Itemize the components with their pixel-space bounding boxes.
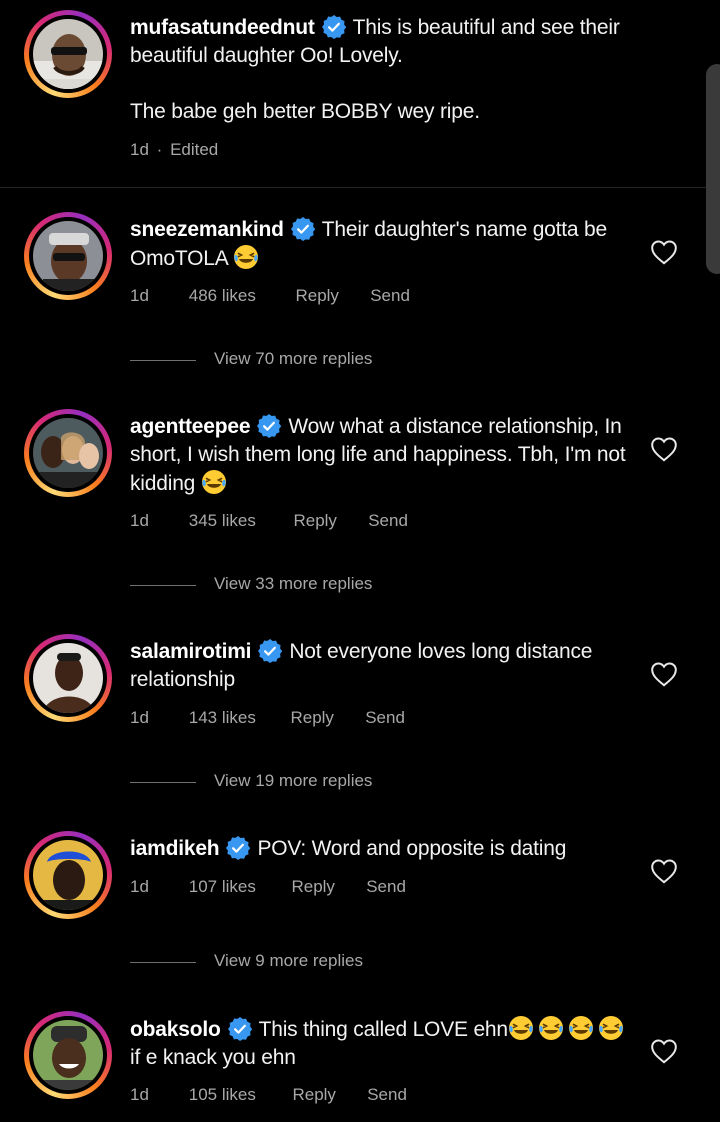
- profile-photo-icon: [33, 221, 103, 291]
- comment-avatar[interactable]: [24, 409, 112, 497]
- comment-body: POV: Word and opposite is dating: [257, 837, 567, 860]
- edited-label: Edited: [170, 140, 219, 159]
- comment-text: salamirotimi Not everyone loves long dist…: [130, 638, 630, 694]
- like-heart-icon[interactable]: [650, 1038, 678, 1064]
- verified-badge-icon: [321, 14, 347, 40]
- reply-button[interactable]: Reply: [291, 877, 361, 897]
- comment-meta: 1d 345 likes Reply Send: [130, 511, 408, 531]
- comment-time: 1d: [130, 1085, 149, 1104]
- like-heart-icon[interactable]: [650, 661, 678, 687]
- laughing-emoji-icon: [598, 1015, 624, 1041]
- caption-text: mufasatundeednut This is beautiful and se…: [130, 14, 650, 126]
- like-heart-icon[interactable]: [650, 436, 678, 462]
- caption-meta: 1d · Edited: [130, 140, 218, 160]
- caption-divider: [0, 187, 720, 188]
- reply-button[interactable]: Reply: [292, 1085, 362, 1105]
- comment-avatar[interactable]: [24, 634, 112, 722]
- caption-line-2: beautiful daughter Oo! Lovely.: [130, 44, 403, 67]
- send-button[interactable]: Send: [367, 1085, 407, 1105]
- replies-divider-line: [130, 585, 196, 586]
- comment-likes[interactable]: 143 likes: [189, 708, 286, 728]
- comment-meta: 1d 105 likes Reply Send: [130, 1085, 407, 1105]
- comment-time: 1d: [130, 708, 149, 727]
- comment-likes[interactable]: 345 likes: [189, 511, 289, 531]
- comment-username[interactable]: obaksolo: [130, 1018, 221, 1041]
- replies-divider-line: [130, 360, 196, 361]
- laughing-emoji-run: [508, 1018, 624, 1041]
- reply-button[interactable]: Reply: [293, 511, 363, 531]
- scrollbar-thumb[interactable]: [706, 64, 720, 274]
- view-more-label[interactable]: View 19 more replies: [214, 771, 372, 791]
- comment-username[interactable]: sneezemankind: [130, 218, 284, 241]
- send-button[interactable]: Send: [365, 708, 405, 728]
- meta-separator: ·: [156, 140, 163, 159]
- comment-username[interactable]: agentteepee: [130, 415, 251, 438]
- laughing-emoji-icon: [201, 469, 227, 495]
- laughing-emoji-icon: [568, 1015, 594, 1041]
- verified-badge-icon: [256, 413, 282, 439]
- laughing-emoji-icon: [508, 1015, 534, 1041]
- comment-likes[interactable]: 105 likes: [189, 1085, 288, 1105]
- comment-time: 1d: [130, 877, 149, 896]
- laughing-emoji-icon: [233, 244, 259, 270]
- comment-text: iamdikeh POV: Word and opposite is dating: [130, 835, 630, 863]
- caption-line-1: This is beautiful and see their: [352, 16, 620, 39]
- comment-body-continued: if e knack you ehn: [130, 1046, 296, 1069]
- comment-avatar[interactable]: [24, 1011, 112, 1099]
- replies-divider-line: [130, 782, 196, 783]
- comment-avatar[interactable]: [24, 831, 112, 919]
- comment-meta: 1d 107 likes Reply Send: [130, 877, 406, 897]
- profile-photo-icon: [33, 840, 103, 910]
- send-button[interactable]: Send: [368, 511, 408, 531]
- like-heart-icon[interactable]: [650, 239, 678, 265]
- comment-likes[interactable]: 107 likes: [189, 877, 287, 897]
- comment-text: agentteepee Wow what a distance relations…: [130, 413, 630, 498]
- comment-time: 1d: [130, 511, 149, 530]
- view-more-label[interactable]: View 70 more replies: [214, 349, 372, 369]
- profile-photo-icon: [33, 418, 103, 488]
- caption-username[interactable]: mufasatundeednut: [130, 16, 315, 39]
- comment-likes[interactable]: 486 likes: [189, 286, 291, 306]
- verified-badge-icon: [225, 835, 251, 861]
- comment-username[interactable]: iamdikeh: [130, 837, 220, 860]
- comment-meta: 1d 486 likes Reply Send: [130, 286, 410, 306]
- profile-photo-icon: [33, 19, 103, 89]
- caption-line-3: The babe geh better BOBBY wey ripe.: [130, 100, 480, 123]
- reply-button[interactable]: Reply: [295, 286, 365, 306]
- caption-time: 1d: [130, 140, 149, 159]
- caption-avatar[interactable]: [24, 10, 112, 98]
- profile-photo-icon: [33, 1020, 103, 1090]
- send-button[interactable]: Send: [370, 286, 410, 306]
- comment-text: obaksolo This thing called LOVE ehn if e k…: [130, 1015, 630, 1072]
- comment-text: sneezemankind Their daughter's name gotta…: [130, 216, 630, 273]
- send-button[interactable]: Send: [366, 877, 406, 897]
- comment-username[interactable]: salamirotimi: [130, 640, 252, 663]
- verified-badge-icon: [227, 1016, 253, 1042]
- replies-divider-line: [130, 962, 196, 963]
- comment-time: 1d: [130, 286, 149, 305]
- like-heart-icon[interactable]: [650, 858, 678, 884]
- comment-meta: 1d 143 likes Reply Send: [130, 708, 405, 728]
- profile-photo-icon: [33, 643, 103, 713]
- laughing-emoji-icon: [538, 1015, 564, 1041]
- verified-badge-icon: [257, 638, 283, 664]
- post-caption: mufasatundeednut This is beautiful and se…: [0, 0, 720, 187]
- view-more-label[interactable]: View 9 more replies: [214, 951, 363, 971]
- view-more-label[interactable]: View 33 more replies: [214, 574, 372, 594]
- comment-body: This thing called LOVE ehn: [258, 1018, 508, 1041]
- verified-badge-icon: [290, 216, 316, 242]
- comment-avatar[interactable]: [24, 212, 112, 300]
- reply-button[interactable]: Reply: [290, 708, 360, 728]
